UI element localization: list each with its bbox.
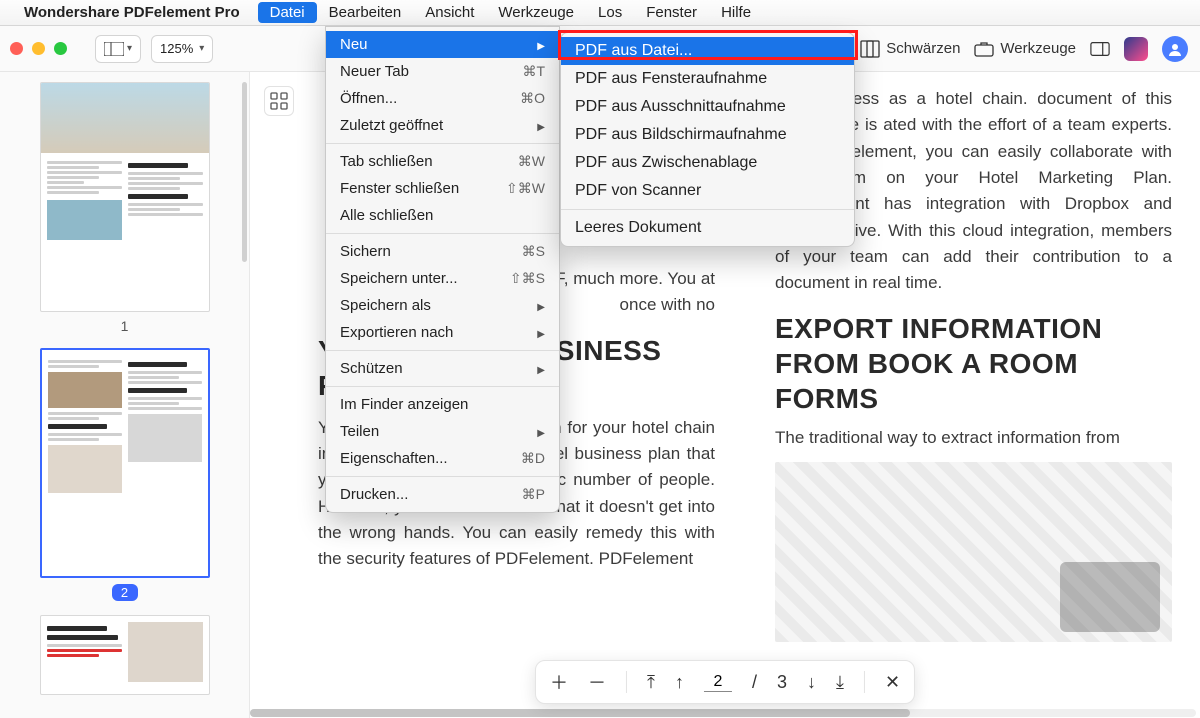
thumbnail-2-number: 2 xyxy=(112,584,138,601)
zoom-out-button[interactable]: － xyxy=(588,669,606,695)
file-menu-item[interactable]: Neuer Tab⌘T xyxy=(326,58,559,85)
neu-submenu-item[interactable]: PDF aus Zwischenablage xyxy=(561,149,854,177)
window-close-icon[interactable] xyxy=(10,42,23,55)
sidebar-layout-button[interactable]: ▾ xyxy=(95,35,141,63)
neu-submenu-item[interactable]: PDF aus Ausschnittaufnahme xyxy=(561,93,854,121)
close-navigator-button[interactable]: ✕ xyxy=(885,672,900,693)
file-menu-item[interactable]: Speichern unter...⇧⌘S xyxy=(326,265,559,292)
file-menu-item[interactable]: Fenster schließen⇧⌘W xyxy=(326,175,559,202)
file-menu-item[interactable]: Teilen xyxy=(326,418,559,445)
file-menu-item[interactable]: Schützen xyxy=(326,355,559,382)
tools-label: Werkzeuge xyxy=(1000,40,1076,57)
neu-submenu-item[interactable]: Leeres Dokument xyxy=(561,214,854,242)
thumbnail-1-number: 1 xyxy=(40,318,210,334)
tools-button[interactable]: Werkzeuge xyxy=(974,39,1076,59)
window-minimize-icon[interactable] xyxy=(32,42,45,55)
neu-submenu: PDF aus Datei...PDF aus FensteraufnahmeP… xyxy=(560,32,855,247)
zoom-combo[interactable]: 125% ▾ xyxy=(151,35,213,63)
prev-page-button[interactable]: ↑ xyxy=(675,672,684,693)
page-sep: / xyxy=(752,672,757,693)
zoom-value: 125% xyxy=(160,41,193,56)
thumbnail-2[interactable]: 2 xyxy=(40,348,210,601)
menu-datei[interactable]: Datei xyxy=(258,2,317,23)
app-badge-icon[interactable] xyxy=(1124,37,1148,61)
account-avatar[interactable] xyxy=(1162,36,1188,62)
file-menu-item[interactable]: Tab schließen⌘W xyxy=(326,148,559,175)
toolbox-icon xyxy=(974,39,994,59)
first-page-button[interactable]: ⤒ xyxy=(647,672,655,693)
file-menu-item[interactable]: Öffnen...⌘O xyxy=(326,85,559,112)
file-menu-item[interactable]: Eigenschaften...⌘D xyxy=(326,445,559,472)
thumbnail-1[interactable]: 1 xyxy=(40,82,210,334)
file-menu-dropdown: NeuNeuer Tab⌘TÖffnen...⌘OZuletzt geöffne… xyxy=(325,26,560,513)
page-navigator: ＋ － ⤒ ↑ / 3 ↓ ⤓ ✕ xyxy=(535,660,915,704)
menu-werkzeuge[interactable]: Werkzeuge xyxy=(486,2,586,23)
thumbnails-sidebar: 1 2 xyxy=(0,72,250,718)
neu-submenu-item[interactable]: PDF aus Bildschirmaufnahme xyxy=(561,121,854,149)
page-total: 3 xyxy=(777,672,787,693)
file-menu-item[interactable]: Exportieren nach xyxy=(326,319,559,346)
last-page-button[interactable]: ⤓ xyxy=(836,672,844,693)
sidebar-layout-icon xyxy=(104,42,124,56)
user-icon xyxy=(1168,42,1182,56)
menu-bearbeiten[interactable]: Bearbeiten xyxy=(317,2,414,23)
macos-menubar: Wondershare PDFelement Pro Datei Bearbei… xyxy=(0,0,1200,26)
redact-label: Schwärzen xyxy=(886,40,960,57)
neu-submenu-item[interactable]: PDF aus Fensteraufnahme xyxy=(561,65,854,93)
file-menu-item[interactable]: Zuletzt geöffnet xyxy=(326,112,559,139)
file-menu-item[interactable]: Drucken...⌘P xyxy=(326,481,559,508)
file-menu-item[interactable]: Im Finder anzeigen xyxy=(326,391,559,418)
file-menu-item[interactable]: Speichern als xyxy=(326,292,559,319)
file-menu-item[interactable]: Neu xyxy=(326,31,559,58)
grid-icon xyxy=(270,92,288,110)
next-page-button[interactable]: ↓ xyxy=(807,672,816,693)
redact-button[interactable]: Schwärzen xyxy=(860,39,960,59)
neu-submenu-item[interactable]: PDF von Scanner xyxy=(561,177,854,205)
redact-icon xyxy=(860,39,880,59)
file-menu-item[interactable]: Sichern⌘S xyxy=(326,238,559,265)
page-number-input[interactable] xyxy=(704,673,732,692)
menu-ansicht[interactable]: Ansicht xyxy=(413,2,486,23)
menu-hilfe[interactable]: Hilfe xyxy=(709,2,763,23)
thumbnail-3[interactable] xyxy=(40,615,210,695)
doc-right-paragraph-2: The traditional way to extract informati… xyxy=(775,428,1172,448)
horizontal-scrollbar[interactable] xyxy=(250,709,1196,717)
neu-submenu-item[interactable]: PDF aus Datei... xyxy=(561,37,854,65)
thumbnails-toggle-button[interactable] xyxy=(264,86,294,116)
window-traffic-lights xyxy=(10,42,67,55)
menu-fenster[interactable]: Fenster xyxy=(634,2,709,23)
panel-toggle-button[interactable] xyxy=(1090,39,1110,59)
zoom-in-button[interactable]: ＋ xyxy=(550,669,568,695)
window-zoom-icon[interactable] xyxy=(54,42,67,55)
file-menu-item[interactable]: Alle schließen xyxy=(326,202,559,229)
doc-right-heading: EXPORT INFORMATION FROM BOOK A ROOM FORM… xyxy=(775,311,1172,416)
menu-los[interactable]: Los xyxy=(586,2,634,23)
doc-right-image xyxy=(775,462,1172,642)
app-name: Wondershare PDFelement Pro xyxy=(24,4,240,21)
